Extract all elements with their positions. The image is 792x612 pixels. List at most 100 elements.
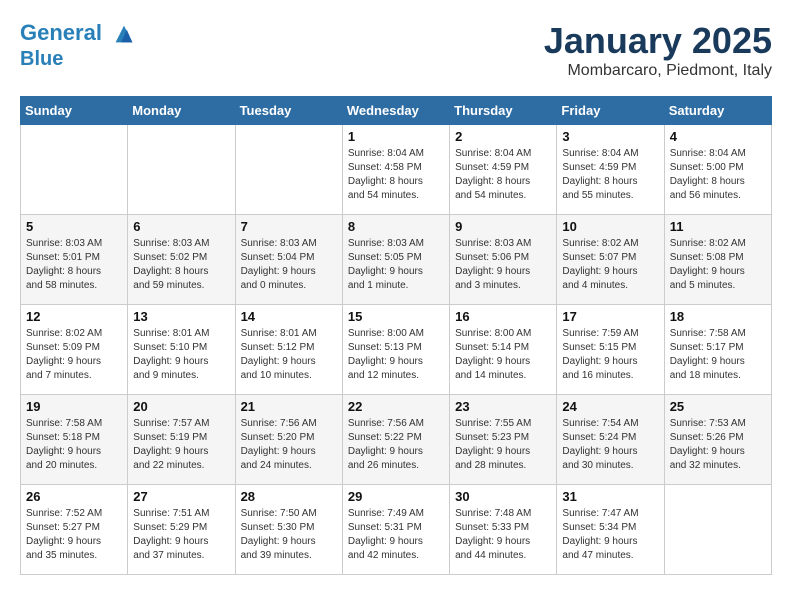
day-number: 22 xyxy=(348,399,444,414)
day-info: Sunrise: 8:01 AM Sunset: 5:10 PM Dayligh… xyxy=(133,327,229,383)
day-number: 15 xyxy=(348,309,444,324)
day-number: 9 xyxy=(455,219,551,234)
calendar-cell: 19 Sunrise: 7:58 AM Sunset: 5:18 PM Dayli… xyxy=(21,395,128,485)
day-number: 14 xyxy=(241,309,337,324)
calendar-cell: 27 Sunrise: 7:51 AM Sunset: 5:29 PM Dayli… xyxy=(128,485,235,575)
month-title: January 2025 xyxy=(544,20,772,62)
day-number: 4 xyxy=(670,129,766,144)
logo-text: General xyxy=(20,20,138,48)
day-info: Sunrise: 7:54 AM Sunset: 5:24 PM Dayligh… xyxy=(562,417,658,473)
calendar-cell: 22 Sunrise: 7:56 AM Sunset: 5:22 PM Dayli… xyxy=(342,395,449,485)
weekday-header-wednesday: Wednesday xyxy=(342,97,449,125)
day-number: 3 xyxy=(562,129,658,144)
title-block: January 2025 Mombarcaro, Piedmont, Italy xyxy=(544,20,772,80)
day-number: 19 xyxy=(26,399,122,414)
calendar-week-row: 5 Sunrise: 8:03 AM Sunset: 5:01 PM Daylig… xyxy=(21,215,772,305)
day-info: Sunrise: 7:53 AM Sunset: 5:26 PM Dayligh… xyxy=(670,417,766,473)
day-number: 8 xyxy=(348,219,444,234)
calendar-cell xyxy=(664,485,771,575)
day-number: 16 xyxy=(455,309,551,324)
calendar-cell: 16 Sunrise: 8:00 AM Sunset: 5:14 PM Dayli… xyxy=(450,305,557,395)
calendar-cell xyxy=(235,125,342,215)
day-number: 31 xyxy=(562,489,658,504)
day-number: 1 xyxy=(348,129,444,144)
day-info: Sunrise: 7:52 AM Sunset: 5:27 PM Dayligh… xyxy=(26,507,122,563)
calendar-cell: 17 Sunrise: 7:59 AM Sunset: 5:15 PM Dayli… xyxy=(557,305,664,395)
calendar-cell xyxy=(21,125,128,215)
day-info: Sunrise: 7:56 AM Sunset: 5:22 PM Dayligh… xyxy=(348,417,444,473)
calendar-cell: 24 Sunrise: 7:54 AM Sunset: 5:24 PM Dayli… xyxy=(557,395,664,485)
calendar-cell: 25Sunrise: 7:53 AM Sunset: 5:26 PM Dayli… xyxy=(664,395,771,485)
day-number: 28 xyxy=(241,489,337,504)
day-info: Sunrise: 7:59 AM Sunset: 5:15 PM Dayligh… xyxy=(562,327,658,383)
day-number: 6 xyxy=(133,219,229,234)
logo-blue: Blue xyxy=(20,48,138,70)
day-info: Sunrise: 7:58 AM Sunset: 5:18 PM Dayligh… xyxy=(26,417,122,473)
day-number: 27 xyxy=(133,489,229,504)
calendar-cell: 31 Sunrise: 7:47 AM Sunset: 5:34 PM Dayli… xyxy=(557,485,664,575)
calendar-cell: 7 Sunrise: 8:03 AM Sunset: 5:04 PM Daylig… xyxy=(235,215,342,305)
calendar-week-row: 1 Sunrise: 8:04 AM Sunset: 4:58 PM Daylig… xyxy=(21,125,772,215)
calendar-cell: 4 Sunrise: 8:04 AM Sunset: 5:00 PM Daylig… xyxy=(664,125,771,215)
day-info: Sunrise: 8:02 AM Sunset: 5:07 PM Dayligh… xyxy=(562,237,658,293)
calendar-cell: 14 Sunrise: 8:01 AM Sunset: 5:12 PM Dayli… xyxy=(235,305,342,395)
day-info: Sunrise: 8:01 AM Sunset: 5:12 PM Dayligh… xyxy=(241,327,337,383)
day-info: Sunrise: 8:00 AM Sunset: 5:13 PM Dayligh… xyxy=(348,327,444,383)
weekday-header-sunday: Sunday xyxy=(21,97,128,125)
day-info: Sunrise: 8:04 AM Sunset: 4:58 PM Dayligh… xyxy=(348,147,444,203)
day-info: Sunrise: 7:56 AM Sunset: 5:20 PM Dayligh… xyxy=(241,417,337,473)
day-number: 24 xyxy=(562,399,658,414)
weekday-header-monday: Monday xyxy=(128,97,235,125)
calendar-cell: 2 Sunrise: 8:04 AM Sunset: 4:59 PM Daylig… xyxy=(450,125,557,215)
calendar-table: SundayMondayTuesdayWednesdayThursdayFrid… xyxy=(20,96,772,575)
calendar-cell: 15 Sunrise: 8:00 AM Sunset: 5:13 PM Dayli… xyxy=(342,305,449,395)
calendar-week-row: 19 Sunrise: 7:58 AM Sunset: 5:18 PM Dayli… xyxy=(21,395,772,485)
weekday-header-tuesday: Tuesday xyxy=(235,97,342,125)
calendar-cell: 26Sunrise: 7:52 AM Sunset: 5:27 PM Dayli… xyxy=(21,485,128,575)
day-number: 21 xyxy=(241,399,337,414)
calendar-cell: 6Sunrise: 8:03 AM Sunset: 5:02 PM Daylig… xyxy=(128,215,235,305)
weekday-header-saturday: Saturday xyxy=(664,97,771,125)
calendar-cell: 28Sunrise: 7:50 AM Sunset: 5:30 PM Dayli… xyxy=(235,485,342,575)
calendar-cell: 30Sunrise: 7:48 AM Sunset: 5:33 PM Dayli… xyxy=(450,485,557,575)
day-info: Sunrise: 8:00 AM Sunset: 5:14 PM Dayligh… xyxy=(455,327,551,383)
weekday-header-row: SundayMondayTuesdayWednesdayThursdayFrid… xyxy=(21,97,772,125)
day-info: Sunrise: 7:47 AM Sunset: 5:34 PM Dayligh… xyxy=(562,507,658,563)
day-number: 29 xyxy=(348,489,444,504)
day-info: Sunrise: 8:04 AM Sunset: 4:59 PM Dayligh… xyxy=(562,147,658,203)
day-info: Sunrise: 7:58 AM Sunset: 5:17 PM Dayligh… xyxy=(670,327,766,383)
day-info: Sunrise: 7:57 AM Sunset: 5:19 PM Dayligh… xyxy=(133,417,229,473)
weekday-header-thursday: Thursday xyxy=(450,97,557,125)
day-info: Sunrise: 8:04 AM Sunset: 5:00 PM Dayligh… xyxy=(670,147,766,203)
calendar-cell: 23Sunrise: 7:55 AM Sunset: 5:23 PM Dayli… xyxy=(450,395,557,485)
day-number: 2 xyxy=(455,129,551,144)
day-info: Sunrise: 8:04 AM Sunset: 4:59 PM Dayligh… xyxy=(455,147,551,203)
day-info: Sunrise: 8:03 AM Sunset: 5:05 PM Dayligh… xyxy=(348,237,444,293)
day-number: 10 xyxy=(562,219,658,234)
calendar-cell: 29Sunrise: 7:49 AM Sunset: 5:31 PM Dayli… xyxy=(342,485,449,575)
day-number: 7 xyxy=(241,219,337,234)
calendar-cell: 21 Sunrise: 7:56 AM Sunset: 5:20 PM Dayli… xyxy=(235,395,342,485)
calendar-week-row: 12Sunrise: 8:02 AM Sunset: 5:09 PM Dayli… xyxy=(21,305,772,395)
day-number: 30 xyxy=(455,489,551,504)
day-info: Sunrise: 7:51 AM Sunset: 5:29 PM Dayligh… xyxy=(133,507,229,563)
day-info: Sunrise: 8:03 AM Sunset: 5:04 PM Dayligh… xyxy=(241,237,337,293)
calendar-cell: 1 Sunrise: 8:04 AM Sunset: 4:58 PM Daylig… xyxy=(342,125,449,215)
day-info: Sunrise: 8:03 AM Sunset: 5:01 PM Dayligh… xyxy=(26,237,122,293)
day-number: 18 xyxy=(670,309,766,324)
location: Mombarcaro, Piedmont, Italy xyxy=(544,62,772,80)
calendar-cell: 13Sunrise: 8:01 AM Sunset: 5:10 PM Dayli… xyxy=(128,305,235,395)
calendar-cell: 8 Sunrise: 8:03 AM Sunset: 5:05 PM Daylig… xyxy=(342,215,449,305)
calendar-cell: 12Sunrise: 8:02 AM Sunset: 5:09 PM Dayli… xyxy=(21,305,128,395)
calendar-cell: 3 Sunrise: 8:04 AM Sunset: 4:59 PM Daylig… xyxy=(557,125,664,215)
calendar-cell: 10 Sunrise: 8:02 AM Sunset: 5:07 PM Dayli… xyxy=(557,215,664,305)
calendar-cell: 20 Sunrise: 7:57 AM Sunset: 5:19 PM Dayli… xyxy=(128,395,235,485)
day-number: 20 xyxy=(133,399,229,414)
calendar-cell: 5 Sunrise: 8:03 AM Sunset: 5:01 PM Daylig… xyxy=(21,215,128,305)
day-number: 5 xyxy=(26,219,122,234)
day-number: 17 xyxy=(562,309,658,324)
calendar-cell: 9 Sunrise: 8:03 AM Sunset: 5:06 PM Daylig… xyxy=(450,215,557,305)
day-info: Sunrise: 8:03 AM Sunset: 5:06 PM Dayligh… xyxy=(455,237,551,293)
day-number: 12 xyxy=(26,309,122,324)
calendar-cell xyxy=(128,125,235,215)
